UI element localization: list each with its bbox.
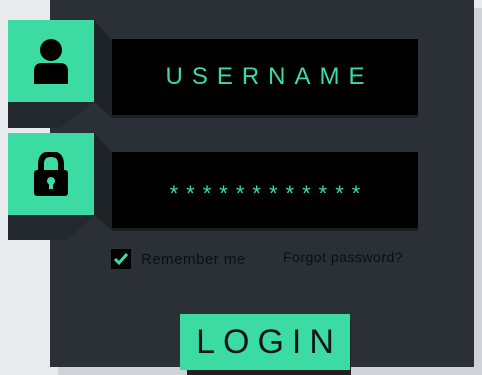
password-field[interactable]: ************ bbox=[112, 152, 418, 228]
user-icon bbox=[34, 39, 68, 84]
login-button[interactable]: LOGIN bbox=[180, 314, 350, 370]
password-icon-block bbox=[8, 133, 94, 215]
username-icon-block bbox=[8, 20, 94, 102]
remember-checkbox[interactable] bbox=[111, 249, 131, 269]
username-field[interactable]: USERNAME bbox=[112, 39, 418, 115]
password-text: ************ bbox=[169, 181, 369, 206]
remember-row: Remember me bbox=[111, 249, 246, 269]
username-text: USERNAME bbox=[165, 63, 374, 90]
lock-icon bbox=[34, 152, 68, 196]
forgot-password-link[interactable]: Forgot password? bbox=[283, 249, 403, 265]
checkmark-icon bbox=[113, 253, 129, 266]
remember-label: Remember me bbox=[141, 250, 246, 268]
